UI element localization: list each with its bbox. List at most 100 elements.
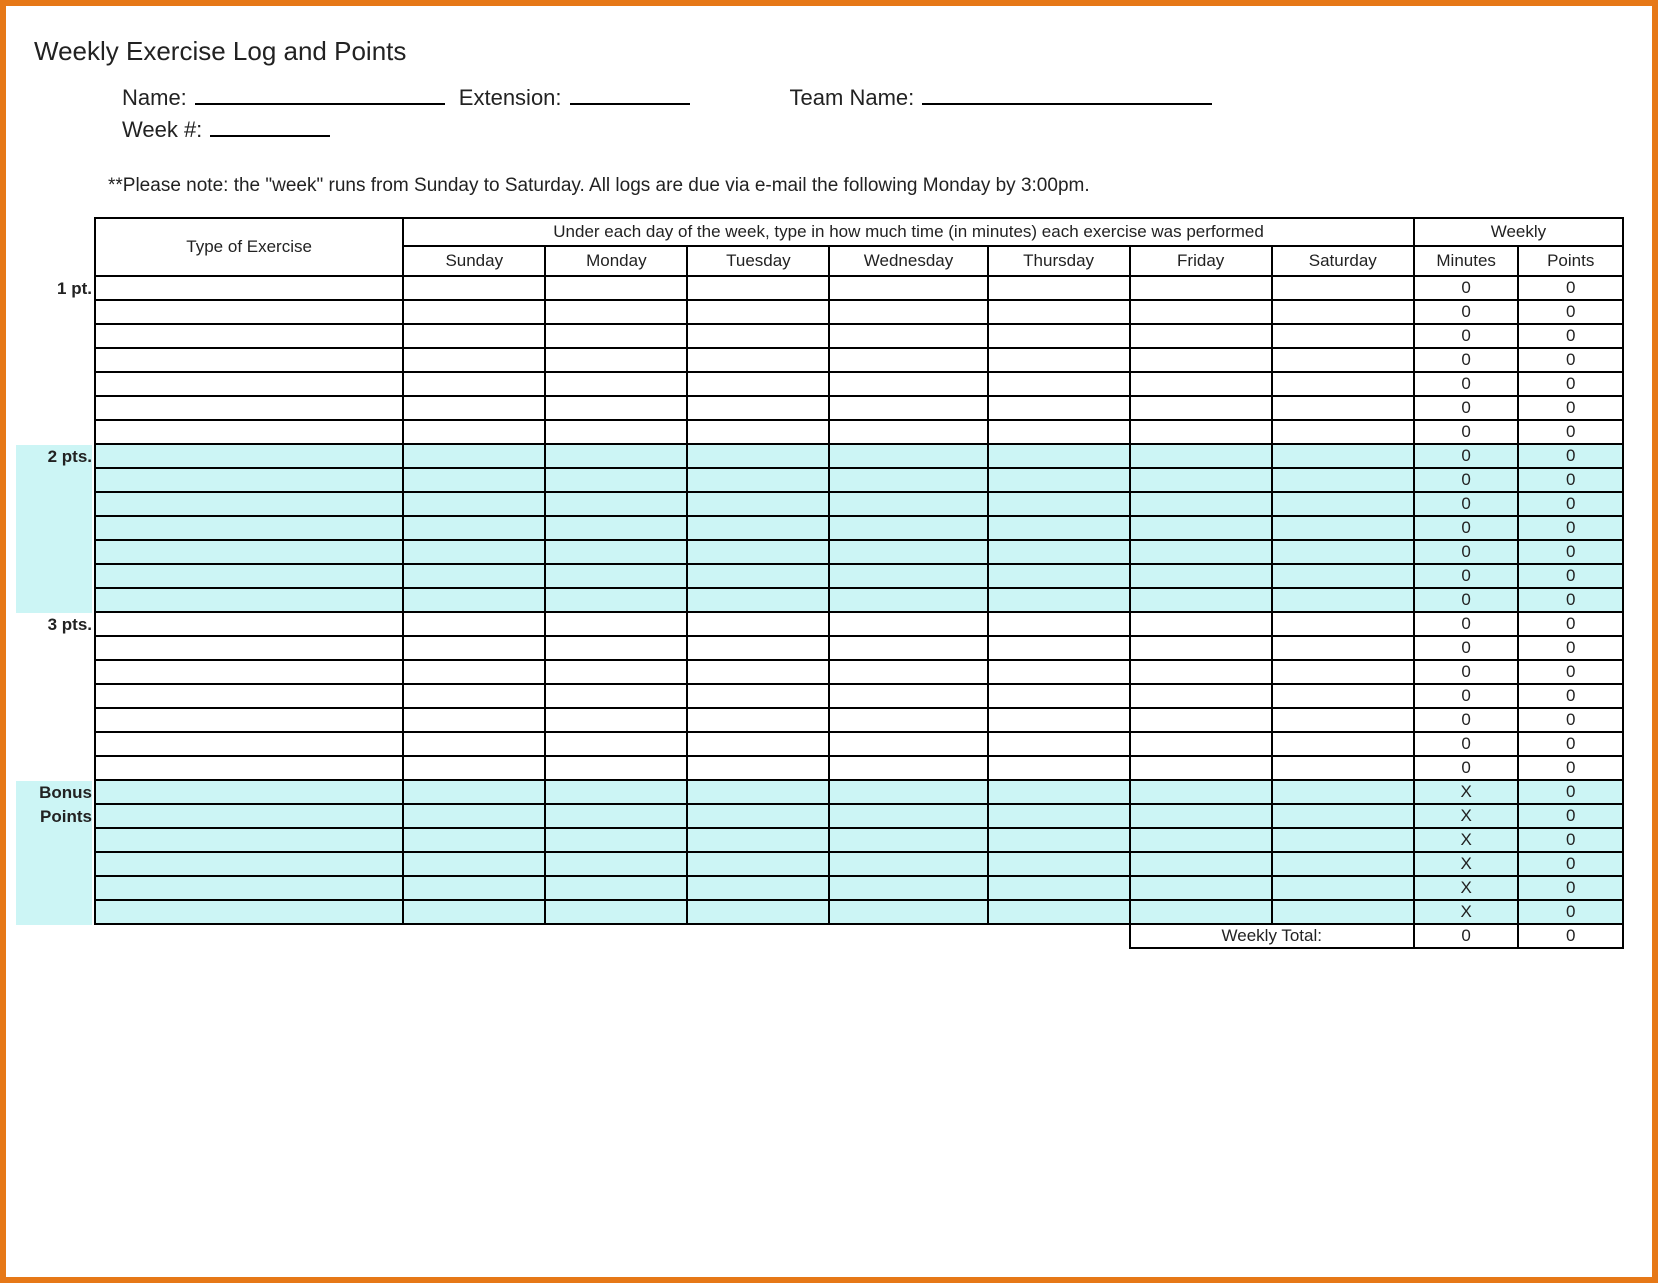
minutes-cell[interactable] (403, 684, 545, 708)
minutes-cell[interactable] (988, 396, 1130, 420)
minutes-cell[interactable] (1272, 372, 1414, 396)
minutes-cell[interactable] (1130, 876, 1272, 900)
minutes-cell[interactable] (545, 876, 687, 900)
exercise-type-cell[interactable] (95, 492, 403, 516)
extension-input-line[interactable] (570, 83, 690, 105)
exercise-type-cell[interactable] (95, 780, 403, 804)
minutes-cell[interactable] (829, 468, 987, 492)
minutes-cell[interactable] (403, 348, 545, 372)
minutes-cell[interactable] (988, 324, 1130, 348)
minutes-cell[interactable] (403, 708, 545, 732)
minutes-cell[interactable] (403, 828, 545, 852)
team-input-line[interactable] (922, 83, 1212, 105)
minutes-cell[interactable] (829, 588, 987, 612)
minutes-cell[interactable] (403, 324, 545, 348)
minutes-cell[interactable] (829, 396, 987, 420)
minutes-cell[interactable] (829, 372, 987, 396)
minutes-cell[interactable] (403, 492, 545, 516)
minutes-cell[interactable] (988, 516, 1130, 540)
exercise-type-cell[interactable] (95, 396, 403, 420)
minutes-cell[interactable] (1130, 348, 1272, 372)
minutes-cell[interactable] (1272, 780, 1414, 804)
minutes-cell[interactable] (829, 612, 987, 636)
exercise-type-cell[interactable] (95, 708, 403, 732)
minutes-cell[interactable] (545, 828, 687, 852)
minutes-cell[interactable] (1130, 756, 1272, 780)
exercise-type-cell[interactable] (95, 684, 403, 708)
minutes-cell[interactable] (829, 828, 987, 852)
minutes-cell[interactable] (545, 708, 687, 732)
minutes-cell[interactable] (1272, 732, 1414, 756)
minutes-cell[interactable] (1130, 396, 1272, 420)
minutes-cell[interactable] (687, 372, 829, 396)
minutes-cell[interactable] (1130, 828, 1272, 852)
minutes-cell[interactable] (829, 420, 987, 444)
exercise-type-cell[interactable] (95, 804, 403, 828)
minutes-cell[interactable] (1272, 636, 1414, 660)
minutes-cell[interactable] (687, 636, 829, 660)
exercise-type-cell[interactable] (95, 564, 403, 588)
minutes-cell[interactable] (829, 492, 987, 516)
exercise-type-cell[interactable] (95, 660, 403, 684)
minutes-cell[interactable] (1130, 444, 1272, 468)
minutes-cell[interactable] (988, 420, 1130, 444)
minutes-cell[interactable] (545, 612, 687, 636)
minutes-cell[interactable] (687, 756, 829, 780)
minutes-cell[interactable] (829, 780, 987, 804)
minutes-cell[interactable] (403, 660, 545, 684)
minutes-cell[interactable] (545, 756, 687, 780)
minutes-cell[interactable] (988, 780, 1130, 804)
minutes-cell[interactable] (1272, 804, 1414, 828)
minutes-cell[interactable] (403, 564, 545, 588)
minutes-cell[interactable] (545, 732, 687, 756)
minutes-cell[interactable] (687, 876, 829, 900)
minutes-cell[interactable] (687, 828, 829, 852)
minutes-cell[interactable] (1130, 612, 1272, 636)
minutes-cell[interactable] (403, 636, 545, 660)
minutes-cell[interactable] (829, 324, 987, 348)
minutes-cell[interactable] (829, 564, 987, 588)
minutes-cell[interactable] (403, 396, 545, 420)
minutes-cell[interactable] (988, 636, 1130, 660)
minutes-cell[interactable] (829, 516, 987, 540)
minutes-cell[interactable] (988, 540, 1130, 564)
minutes-cell[interactable] (545, 492, 687, 516)
minutes-cell[interactable] (403, 444, 545, 468)
minutes-cell[interactable] (1130, 540, 1272, 564)
minutes-cell[interactable] (545, 324, 687, 348)
minutes-cell[interactable] (829, 444, 987, 468)
minutes-cell[interactable] (403, 756, 545, 780)
minutes-cell[interactable] (687, 804, 829, 828)
minutes-cell[interactable] (1130, 684, 1272, 708)
minutes-cell[interactable] (1130, 732, 1272, 756)
minutes-cell[interactable] (687, 276, 829, 300)
minutes-cell[interactable] (545, 420, 687, 444)
minutes-cell[interactable] (687, 660, 829, 684)
minutes-cell[interactable] (1130, 564, 1272, 588)
minutes-cell[interactable] (403, 588, 545, 612)
minutes-cell[interactable] (1272, 564, 1414, 588)
minutes-cell[interactable] (1272, 396, 1414, 420)
minutes-cell[interactable] (545, 540, 687, 564)
exercise-type-cell[interactable] (95, 444, 403, 468)
minutes-cell[interactable] (988, 588, 1130, 612)
minutes-cell[interactable] (403, 732, 545, 756)
exercise-type-cell[interactable] (95, 876, 403, 900)
minutes-cell[interactable] (545, 468, 687, 492)
minutes-cell[interactable] (687, 900, 829, 924)
minutes-cell[interactable] (1272, 876, 1414, 900)
minutes-cell[interactable] (829, 276, 987, 300)
minutes-cell[interactable] (1130, 852, 1272, 876)
minutes-cell[interactable] (403, 276, 545, 300)
minutes-cell[interactable] (1272, 852, 1414, 876)
minutes-cell[interactable] (1130, 468, 1272, 492)
minutes-cell[interactable] (988, 804, 1130, 828)
minutes-cell[interactable] (403, 420, 545, 444)
minutes-cell[interactable] (988, 276, 1130, 300)
exercise-type-cell[interactable] (95, 348, 403, 372)
minutes-cell[interactable] (687, 732, 829, 756)
exercise-type-cell[interactable] (95, 732, 403, 756)
minutes-cell[interactable] (1130, 588, 1272, 612)
minutes-cell[interactable] (988, 660, 1130, 684)
minutes-cell[interactable] (988, 348, 1130, 372)
